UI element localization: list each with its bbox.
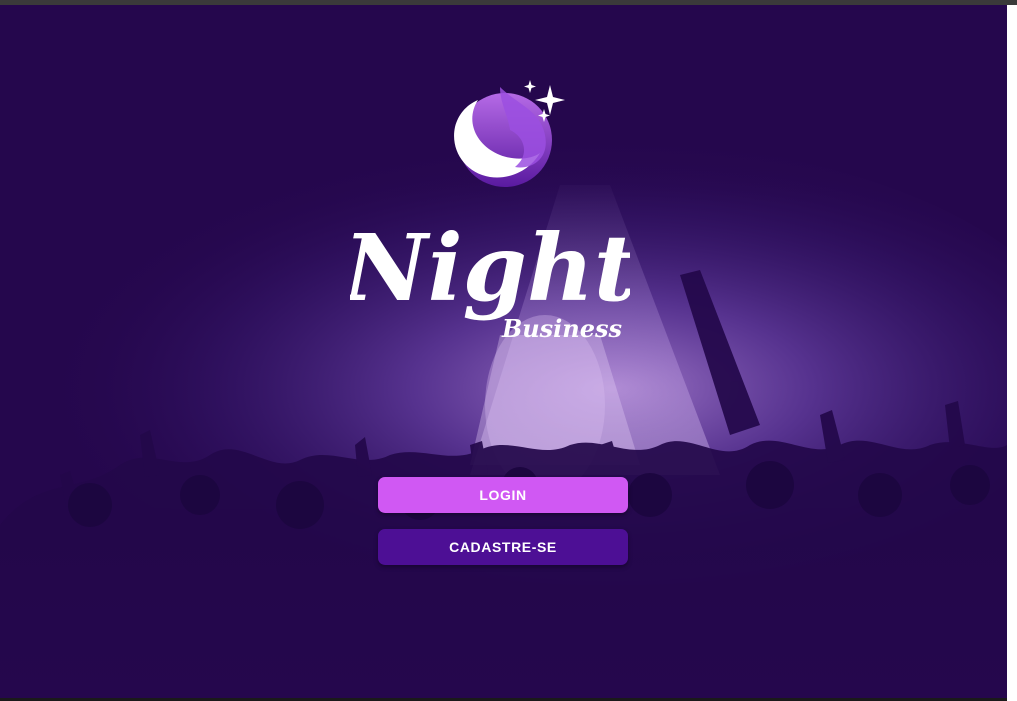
window-right-border bbox=[1007, 5, 1017, 701]
login-button[interactable]: LOGIN bbox=[378, 477, 628, 513]
brand-sub-text: Business bbox=[501, 314, 623, 343]
moon-flame-icon bbox=[454, 87, 552, 187]
brand-logo: Night Business bbox=[341, 75, 636, 355]
brand-script-text: Night bbox=[350, 214, 630, 322]
welcome-screen: Night Business LOGIN CADASTRE-SE bbox=[0, 5, 1007, 698]
signup-button[interactable]: CADASTRE-SE bbox=[378, 529, 628, 565]
